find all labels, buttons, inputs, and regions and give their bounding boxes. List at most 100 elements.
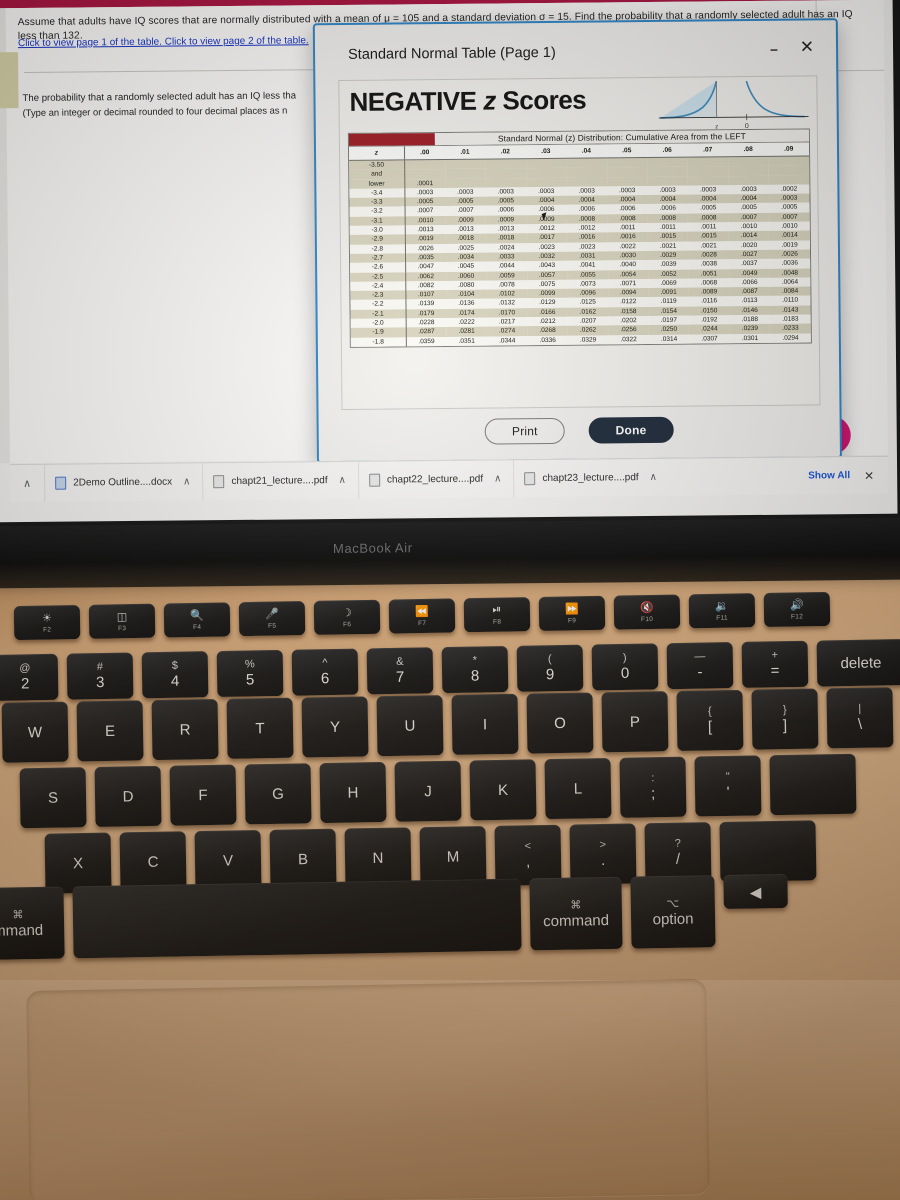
table-cell: .0174 bbox=[446, 308, 487, 319]
key-command-right[interactable]: ⌘ command bbox=[529, 876, 623, 951]
key--[interactable]: — - bbox=[666, 642, 734, 690]
download-item[interactable]: chapt23_lecture....pdf ∧ bbox=[513, 458, 670, 498]
key-;[interactable]: :; bbox=[619, 756, 687, 818]
col-header-07: .07 bbox=[687, 143, 729, 158]
trackpad[interactable] bbox=[26, 979, 710, 1200]
close-icon[interactable]: ✕ bbox=[800, 37, 814, 56]
table-cell: .0006 bbox=[607, 204, 648, 215]
key-5[interactable]: % 5 bbox=[216, 649, 284, 698]
key-'[interactable]: " ' bbox=[694, 755, 762, 817]
key-return[interactable] bbox=[769, 753, 857, 816]
minimize-icon[interactable]: – bbox=[770, 41, 784, 58]
key-j[interactable]: J bbox=[394, 760, 462, 822]
key-label: option bbox=[652, 910, 694, 928]
download-item-menu-icon[interactable]: ∧ bbox=[339, 475, 346, 486]
download-item-menu-icon[interactable]: ∧ bbox=[183, 476, 190, 487]
download-item-menu-icon[interactable]: ∧ bbox=[494, 473, 501, 484]
key-\[interactable]: | \ bbox=[826, 687, 894, 749]
key-f7[interactable]: ⏪ F7 bbox=[388, 598, 456, 634]
key-l[interactable]: L bbox=[544, 757, 612, 820]
key-4[interactable]: $4 bbox=[141, 651, 209, 699]
key-command-left[interactable]: ⌘ mmand bbox=[0, 886, 65, 961]
key-.[interactable]: >. bbox=[569, 823, 637, 885]
key-top-label: # bbox=[96, 661, 104, 674]
key-=[interactable]: + = bbox=[741, 640, 809, 688]
table-cell: .0029 bbox=[647, 250, 689, 261]
key-h[interactable]: H bbox=[319, 761, 387, 824]
downloads-close-icon[interactable]: ✕ bbox=[864, 468, 888, 482]
key-d[interactable]: D bbox=[94, 765, 162, 827]
key-b[interactable]: B bbox=[269, 828, 337, 890]
rail-caret-icon[interactable]: ^ bbox=[0, 30, 3, 40]
key-shift[interactable] bbox=[719, 820, 817, 882]
key-f9[interactable]: ⏩ F9 bbox=[538, 595, 606, 631]
table-cell: .0010 bbox=[728, 221, 770, 232]
key-e[interactable]: E bbox=[76, 700, 144, 762]
print-button[interactable]: Print bbox=[484, 417, 565, 445]
key-f[interactable]: F bbox=[169, 764, 237, 826]
key-arrow-left[interactable]: ◀ bbox=[723, 873, 788, 909]
key-w[interactable]: W bbox=[1, 701, 69, 763]
key-f6[interactable]: ☽ F6 bbox=[313, 599, 381, 635]
row-label: and bbox=[349, 169, 405, 180]
key-k[interactable]: K bbox=[469, 759, 537, 821]
key-p[interactable]: P bbox=[601, 691, 669, 753]
key-][interactable]: }] bbox=[751, 688, 819, 750]
key-space[interactable] bbox=[72, 878, 522, 959]
show-all-button[interactable]: Show All bbox=[808, 470, 864, 481]
key-label: 🔉 bbox=[714, 600, 729, 613]
key-f8[interactable]: ⏯ F8 bbox=[463, 597, 531, 633]
key-0[interactable]: ) 0 bbox=[591, 643, 659, 691]
key-label: 4 bbox=[170, 672, 180, 690]
key-o[interactable]: O bbox=[526, 692, 594, 754]
table-cell: .0047 bbox=[405, 262, 446, 272]
key-f12[interactable]: 🔊 F12 bbox=[763, 591, 831, 628]
table-cell: .0183 bbox=[770, 314, 811, 325]
table-cell: .0055 bbox=[567, 269, 608, 280]
key-/[interactable]: ? / bbox=[644, 822, 712, 884]
downloads-caret-icon[interactable]: ∧ bbox=[10, 477, 44, 490]
table-cell bbox=[566, 177, 607, 187]
key-f2[interactable]: ☀ F2 bbox=[13, 604, 81, 641]
key-f5[interactable]: 🎤 F5 bbox=[238, 601, 306, 637]
key-x[interactable]: X bbox=[44, 832, 112, 894]
key-g[interactable]: G bbox=[244, 763, 312, 825]
key-option-right[interactable]: ⌥ option bbox=[630, 875, 716, 949]
key-7[interactable]: & 7 bbox=[366, 647, 434, 695]
key-f10[interactable]: 🔇 F10 bbox=[613, 594, 681, 630]
table-cell: .0003 bbox=[728, 184, 769, 195]
download-item[interactable]: chapt22_lecture....pdf ∧ bbox=[357, 460, 514, 499]
key-r[interactable]: R bbox=[151, 699, 219, 761]
z-table: Standard Normal (z) Distribution: Cumula… bbox=[347, 128, 812, 348]
table-cell: .0062 bbox=[405, 271, 446, 282]
key-i[interactable]: I bbox=[451, 693, 519, 755]
key-f3[interactable]: ◫ F3 bbox=[88, 603, 156, 639]
key-delete[interactable]: delete bbox=[816, 639, 900, 687]
key-[[interactable]: {[ bbox=[676, 689, 744, 751]
download-item[interactable]: 2Demo Outline....docx ∧ bbox=[44, 463, 203, 502]
key-9[interactable]: (9 bbox=[516, 644, 584, 692]
key-m[interactable]: M bbox=[419, 826, 487, 888]
key-label: - bbox=[697, 663, 703, 681]
key-6[interactable]: ^ 6 bbox=[291, 648, 359, 696]
key-top-label: @ bbox=[19, 662, 31, 675]
key-n[interactable]: N bbox=[344, 827, 412, 889]
key-,[interactable]: <, bbox=[494, 824, 562, 886]
download-item-menu-icon[interactable]: ∧ bbox=[650, 472, 657, 483]
download-item[interactable]: chapt21_lecture....pdf ∧ bbox=[202, 461, 359, 501]
key-3[interactable]: #3 bbox=[66, 652, 134, 700]
done-button[interactable]: Done bbox=[588, 416, 674, 444]
key-v[interactable]: V bbox=[194, 829, 262, 892]
key-u[interactable]: U bbox=[376, 695, 444, 757]
key-y[interactable]: Y bbox=[301, 696, 369, 758]
key-8[interactable]: * 8 bbox=[441, 645, 509, 694]
table-cell: .0034 bbox=[445, 252, 487, 263]
key-f11[interactable]: 🔉 F11 bbox=[688, 593, 756, 629]
table-cell bbox=[768, 175, 810, 185]
key-s[interactable]: S bbox=[19, 767, 87, 829]
rail-menu-icon[interactable]: ☰ bbox=[0, 14, 3, 25]
key-f4[interactable]: 🔍 F4 bbox=[163, 602, 231, 638]
key-2[interactable]: @2 bbox=[0, 653, 59, 701]
key-c[interactable]: C bbox=[119, 831, 187, 893]
key-t[interactable]: T bbox=[226, 697, 294, 759]
